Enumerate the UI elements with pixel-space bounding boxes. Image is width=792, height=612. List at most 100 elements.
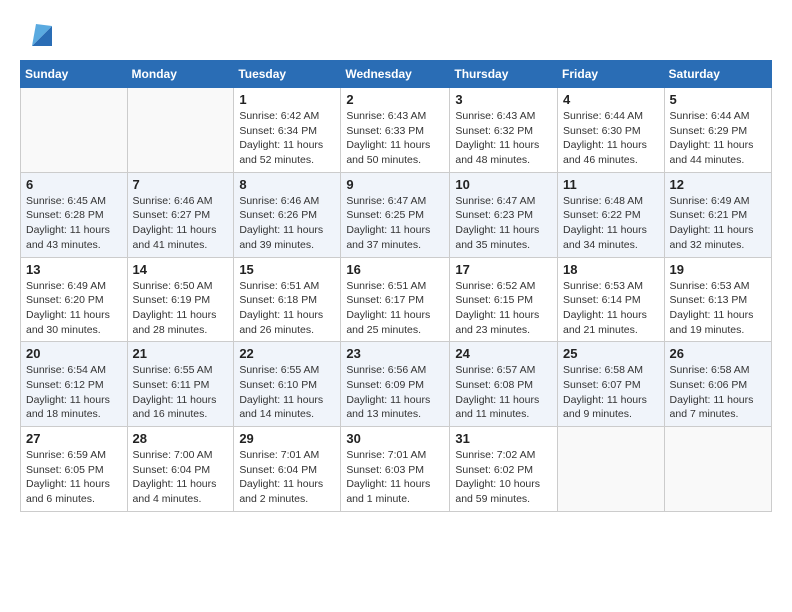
calendar-cell: 5 Sunrise: 6:44 AM Sunset: 6:29 PM Daylig… <box>664 88 771 173</box>
day-number: 27 <box>26 431 122 446</box>
calendar-cell: 7 Sunrise: 6:46 AM Sunset: 6:27 PM Daylig… <box>127 172 234 257</box>
weekday-header: Sunday <box>21 61 128 88</box>
day-info: Sunrise: 6:59 AM Sunset: 6:05 PM Dayligh… <box>26 448 122 507</box>
calendar-cell: 11 Sunrise: 6:48 AM Sunset: 6:22 PM Dayli… <box>558 172 665 257</box>
day-number: 15 <box>239 262 335 277</box>
day-info: Sunrise: 6:47 AM Sunset: 6:25 PM Dayligh… <box>346 194 444 253</box>
day-info: Sunrise: 6:43 AM Sunset: 6:32 PM Dayligh… <box>455 109 552 168</box>
day-number: 28 <box>133 431 229 446</box>
calendar-cell: 17 Sunrise: 6:52 AM Sunset: 6:15 PM Dayli… <box>450 257 558 342</box>
day-number: 1 <box>239 92 335 107</box>
header <box>20 18 772 50</box>
day-info: Sunrise: 6:48 AM Sunset: 6:22 PM Dayligh… <box>563 194 659 253</box>
calendar-cell: 23Sunrise: 6:56 AM Sunset: 6:09 PM Dayli… <box>341 342 450 427</box>
day-info: Sunrise: 6:57 AM Sunset: 6:08 PM Dayligh… <box>455 363 552 422</box>
calendar-cell: 10Sunrise: 6:47 AM Sunset: 6:23 PM Dayli… <box>450 172 558 257</box>
calendar-cell: 15 Sunrise: 6:51 AM Sunset: 6:18 PM Dayli… <box>234 257 341 342</box>
calendar-week-row: 6Sunrise: 6:45 AM Sunset: 6:28 PM Daylig… <box>21 172 772 257</box>
calendar-cell: 29 Sunrise: 7:01 AM Sunset: 6:04 PM Dayli… <box>234 427 341 512</box>
calendar-cell: 9 Sunrise: 6:47 AM Sunset: 6:25 PM Daylig… <box>341 172 450 257</box>
calendar-cell: 12 Sunrise: 6:49 AM Sunset: 6:21 PM Dayli… <box>664 172 771 257</box>
day-info: Sunrise: 6:51 AM Sunset: 6:17 PM Dayligh… <box>346 279 444 338</box>
day-info: Sunrise: 6:47 AM Sunset: 6:23 PM Dayligh… <box>455 194 552 253</box>
calendar-cell: 3 Sunrise: 6:43 AM Sunset: 6:32 PM Daylig… <box>450 88 558 173</box>
day-number: 17 <box>455 262 552 277</box>
day-number: 3 <box>455 92 552 107</box>
day-number: 11 <box>563 177 659 192</box>
day-info: Sunrise: 6:49 AM Sunset: 6:21 PM Dayligh… <box>670 194 766 253</box>
day-info: Sunrise: 6:44 AM Sunset: 6:29 PM Dayligh… <box>670 109 766 168</box>
calendar-cell: 26 Sunrise: 6:58 AM Sunset: 6:06 PM Dayli… <box>664 342 771 427</box>
calendar-week-row: 27 Sunrise: 6:59 AM Sunset: 6:05 PM Dayli… <box>21 427 772 512</box>
day-number: 26 <box>670 346 766 361</box>
day-info: Sunrise: 7:02 AM Sunset: 6:02 PM Dayligh… <box>455 448 552 507</box>
day-info: Sunrise: 6:54 AM Sunset: 6:12 PM Dayligh… <box>26 363 122 422</box>
day-number: 20 <box>26 346 122 361</box>
calendar-cell: 21Sunrise: 6:55 AM Sunset: 6:11 PM Dayli… <box>127 342 234 427</box>
calendar-cell: 16 Sunrise: 6:51 AM Sunset: 6:17 PM Dayli… <box>341 257 450 342</box>
day-info: Sunrise: 6:58 AM Sunset: 6:06 PM Dayligh… <box>670 363 766 422</box>
calendar-cell: 25 Sunrise: 6:58 AM Sunset: 6:07 PM Dayli… <box>558 342 665 427</box>
day-number: 13 <box>26 262 122 277</box>
weekday-header: Tuesday <box>234 61 341 88</box>
calendar-cell: 28 Sunrise: 7:00 AM Sunset: 6:04 PM Dayli… <box>127 427 234 512</box>
day-number: 7 <box>133 177 229 192</box>
weekday-header: Friday <box>558 61 665 88</box>
day-number: 4 <box>563 92 659 107</box>
weekday-header: Wednesday <box>341 61 450 88</box>
logo <box>20 18 56 50</box>
day-number: 6 <box>26 177 122 192</box>
day-info: Sunrise: 6:46 AM Sunset: 6:27 PM Dayligh… <box>133 194 229 253</box>
day-info: Sunrise: 6:55 AM Sunset: 6:10 PM Dayligh… <box>239 363 335 422</box>
calendar-table: SundayMondayTuesdayWednesdayThursdayFrid… <box>20 60 772 512</box>
page: SundayMondayTuesdayWednesdayThursdayFrid… <box>0 0 792 612</box>
day-info: Sunrise: 6:49 AM Sunset: 6:20 PM Dayligh… <box>26 279 122 338</box>
calendar-cell: 24 Sunrise: 6:57 AM Sunset: 6:08 PM Dayli… <box>450 342 558 427</box>
calendar-cell: 22 Sunrise: 6:55 AM Sunset: 6:10 PM Dayli… <box>234 342 341 427</box>
weekday-header-row: SundayMondayTuesdayWednesdayThursdayFrid… <box>21 61 772 88</box>
calendar-cell: 14 Sunrise: 6:50 AM Sunset: 6:19 PM Dayli… <box>127 257 234 342</box>
day-number: 14 <box>133 262 229 277</box>
day-number: 22 <box>239 346 335 361</box>
calendar-cell: 18 Sunrise: 6:53 AM Sunset: 6:14 PM Dayli… <box>558 257 665 342</box>
day-number: 19 <box>670 262 766 277</box>
day-info: Sunrise: 6:52 AM Sunset: 6:15 PM Dayligh… <box>455 279 552 338</box>
day-number: 5 <box>670 92 766 107</box>
calendar-cell: 30Sunrise: 7:01 AM Sunset: 6:03 PM Dayli… <box>341 427 450 512</box>
calendar-cell: 13 Sunrise: 6:49 AM Sunset: 6:20 PM Dayli… <box>21 257 128 342</box>
calendar-cell: 4 Sunrise: 6:44 AM Sunset: 6:30 PM Daylig… <box>558 88 665 173</box>
day-info: Sunrise: 6:53 AM Sunset: 6:14 PM Dayligh… <box>563 279 659 338</box>
day-number: 8 <box>239 177 335 192</box>
weekday-header: Thursday <box>450 61 558 88</box>
calendar-cell: 27 Sunrise: 6:59 AM Sunset: 6:05 PM Dayli… <box>21 427 128 512</box>
day-info: Sunrise: 7:01 AM Sunset: 6:04 PM Dayligh… <box>239 448 335 507</box>
day-number: 31 <box>455 431 552 446</box>
calendar-cell <box>21 88 128 173</box>
calendar-cell <box>127 88 234 173</box>
day-number: 9 <box>346 177 444 192</box>
calendar-week-row: 13 Sunrise: 6:49 AM Sunset: 6:20 PM Dayli… <box>21 257 772 342</box>
day-number: 29 <box>239 431 335 446</box>
weekday-header: Monday <box>127 61 234 88</box>
day-info: Sunrise: 7:01 AM Sunset: 6:03 PM Dayligh… <box>346 448 444 507</box>
day-info: Sunrise: 7:00 AM Sunset: 6:04 PM Dayligh… <box>133 448 229 507</box>
calendar-cell <box>558 427 665 512</box>
day-info: Sunrise: 6:58 AM Sunset: 6:07 PM Dayligh… <box>563 363 659 422</box>
day-info: Sunrise: 6:51 AM Sunset: 6:18 PM Dayligh… <box>239 279 335 338</box>
day-info: Sunrise: 6:53 AM Sunset: 6:13 PM Dayligh… <box>670 279 766 338</box>
logo-icon <box>24 18 56 50</box>
day-number: 16 <box>346 262 444 277</box>
day-number: 12 <box>670 177 766 192</box>
day-info: Sunrise: 6:44 AM Sunset: 6:30 PM Dayligh… <box>563 109 659 168</box>
day-info: Sunrise: 6:50 AM Sunset: 6:19 PM Dayligh… <box>133 279 229 338</box>
day-info: Sunrise: 6:42 AM Sunset: 6:34 PM Dayligh… <box>239 109 335 168</box>
calendar-cell: 2Sunrise: 6:43 AM Sunset: 6:33 PM Daylig… <box>341 88 450 173</box>
day-number: 23 <box>346 346 444 361</box>
day-number: 18 <box>563 262 659 277</box>
day-number: 25 <box>563 346 659 361</box>
day-number: 21 <box>133 346 229 361</box>
day-number: 2 <box>346 92 444 107</box>
day-number: 24 <box>455 346 552 361</box>
calendar-cell: 6Sunrise: 6:45 AM Sunset: 6:28 PM Daylig… <box>21 172 128 257</box>
calendar-cell: 19 Sunrise: 6:53 AM Sunset: 6:13 PM Dayli… <box>664 257 771 342</box>
